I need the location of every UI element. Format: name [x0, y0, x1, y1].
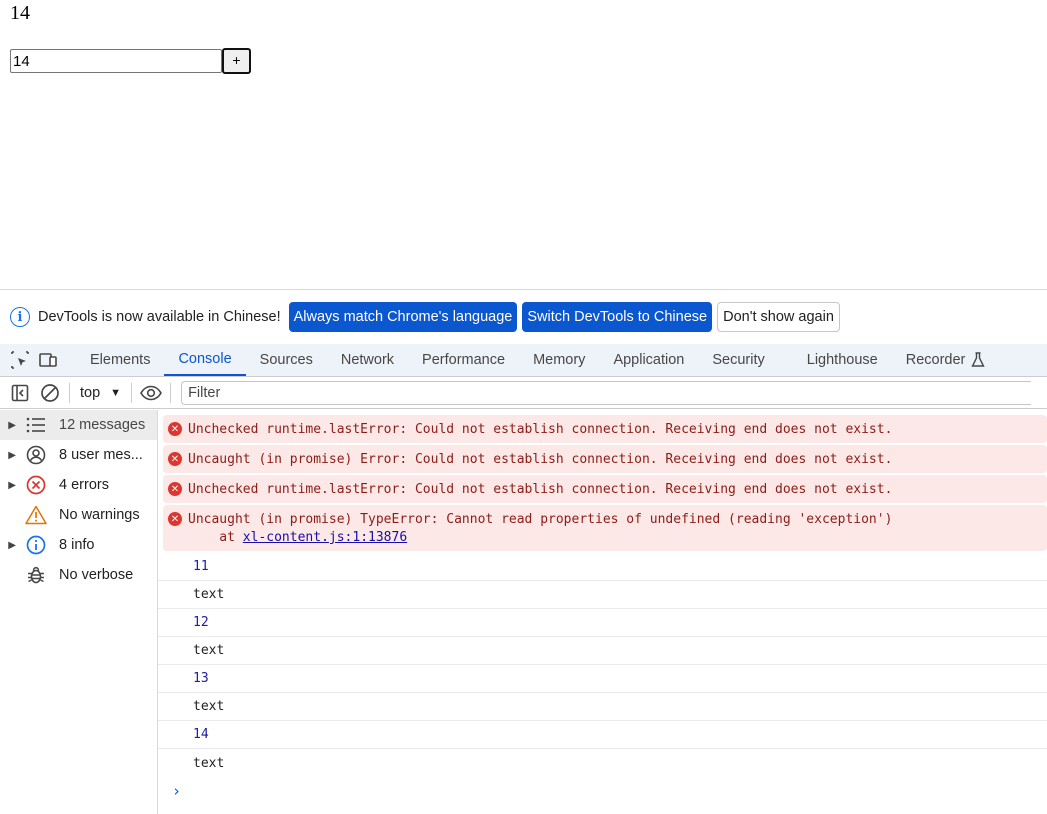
- error-circle-icon: ✕: [168, 452, 182, 466]
- expand-arrow-icon[interactable]: ▶: [0, 540, 22, 551]
- error-text: Unchecked runtime.lastError: Could not e…: [188, 482, 893, 497]
- sidebar-item-user-messages[interactable]: ▶ 8 user mes...: [0, 440, 157, 470]
- console-error-message[interactable]: ✕ Unchecked runtime.lastError: Could not…: [163, 415, 1047, 444]
- error-text: Uncaught (in promise) TypeError: Cannot …: [188, 512, 893, 527]
- chevron-right-icon: ›: [172, 782, 182, 800]
- tab-memory[interactable]: Memory: [519, 344, 599, 376]
- sidebar-item-label: 8 info: [59, 537, 95, 553]
- sidebar-item-messages[interactable]: ▶ 12 messages: [0, 410, 157, 440]
- sidebar-item-verbose[interactable]: No verbose: [0, 560, 157, 590]
- page-content: 14 +: [0, 0, 1047, 289]
- tab-recorder[interactable]: Recorder: [892, 344, 990, 376]
- error-text: Uncaught (in promise) Error: Could not e…: [188, 452, 893, 467]
- console-log-message: 14: [158, 721, 1047, 749]
- filter-input[interactable]: [181, 381, 1032, 405]
- tab-lighthouse[interactable]: Lighthouse: [793, 344, 892, 376]
- tab-performance[interactable]: Performance: [408, 344, 519, 376]
- console-prompt[interactable]: ›: [158, 777, 1047, 805]
- console-log-message: 11: [158, 553, 1047, 581]
- console-log-message: text: [158, 637, 1047, 665]
- console-log-message: 13: [158, 665, 1047, 693]
- inspect-element-icon[interactable]: [6, 344, 34, 376]
- tab-network[interactable]: Network: [327, 344, 408, 376]
- console-error-message[interactable]: ✕ Uncaught (in promise) TypeError: Canno…: [163, 505, 1047, 552]
- error-circle-icon: ✕: [168, 482, 182, 496]
- device-toolbar-icon[interactable]: [34, 344, 62, 376]
- source-link[interactable]: xl-content.js:1:13876: [243, 530, 407, 545]
- console-sidebar: ▶ 12 messages ▶ 8 user mes... ▶ 4 errors: [0, 410, 158, 814]
- expand-arrow-icon[interactable]: ▶: [0, 450, 22, 461]
- tab-application[interactable]: Application: [599, 344, 698, 376]
- expand-arrow-icon[interactable]: ▶: [0, 420, 22, 431]
- chevron-down-icon: ▼: [110, 387, 122, 399]
- tab-console[interactable]: Console: [164, 344, 246, 376]
- error-circle-icon: ✕: [168, 422, 182, 436]
- console-error-message[interactable]: ✕ Uncaught (in promise) Error: Could not…: [163, 445, 1047, 474]
- console-log-message: text: [158, 581, 1047, 609]
- console-log-message: 12: [158, 609, 1047, 637]
- sidebar-item-warnings[interactable]: No warnings: [0, 500, 157, 530]
- clear-console-icon[interactable]: [35, 378, 65, 409]
- error-icon: [25, 474, 47, 496]
- list-icon: [25, 414, 47, 436]
- expand-arrow-icon[interactable]: ▶: [0, 480, 22, 491]
- info-icon: [25, 534, 47, 556]
- sidebar-item-label: 8 user mes...: [59, 447, 143, 463]
- user-icon: [25, 444, 47, 466]
- sidebar-item-label: 12 messages: [59, 417, 146, 433]
- console-log-message: text: [193, 755, 225, 771]
- increment-button[interactable]: +: [222, 48, 251, 74]
- console-messages: ✕ Unchecked runtime.lastError: Could not…: [158, 410, 1047, 814]
- flask-icon: [971, 352, 985, 368]
- number-input[interactable]: [10, 49, 222, 73]
- warning-icon: [25, 504, 47, 526]
- switch-to-chinese-button[interactable]: Switch DevTools to Chinese: [522, 302, 713, 332]
- sidebar-item-info[interactable]: ▶ 8 info: [0, 530, 157, 560]
- error-stack-line: at xl-content.js:1:13876: [188, 529, 892, 547]
- tab-recorder-label: Recorder: [905, 352, 966, 368]
- error-text: Unchecked runtime.lastError: Could not e…: [188, 422, 893, 437]
- console-filterbar: top ▼: [0, 378, 1047, 409]
- sidebar-item-label: 4 errors: [59, 477, 109, 493]
- dont-show-again-button[interactable]: Don't show again: [717, 302, 840, 332]
- language-infobar: i DevTools is now available in Chinese! …: [0, 290, 1047, 344]
- bug-icon: [25, 564, 47, 586]
- sidebar-item-label: No warnings: [59, 507, 140, 523]
- console-error-message[interactable]: ✕ Unchecked runtime.lastError: Could not…: [163, 475, 1047, 504]
- counter-display: 14: [10, 2, 30, 24]
- devtools-tabbar: Elements Console Sources Network Perform…: [0, 344, 1047, 377]
- error-circle-icon: ✕: [168, 512, 182, 526]
- always-match-language-button[interactable]: Always match Chrome's language: [288, 302, 518, 332]
- sidebar-toggle-icon[interactable]: [5, 378, 35, 409]
- devtools-panel: i DevTools is now available in Chinese! …: [0, 289, 1047, 814]
- console-log-message: text: [158, 693, 1047, 721]
- tab-sources[interactable]: Sources: [246, 344, 327, 376]
- sidebar-item-label: No verbose: [59, 567, 134, 583]
- separator: [69, 383, 70, 403]
- live-expression-eye-icon[interactable]: [136, 378, 166, 409]
- info-icon: i: [10, 307, 30, 327]
- separator: [170, 383, 172, 403]
- context-selector[interactable]: top ▼: [74, 385, 127, 401]
- infobar-message: DevTools is now available in Chinese!: [38, 309, 281, 325]
- context-selector-label: top: [80, 385, 101, 401]
- separator: [131, 383, 133, 403]
- stack-prefix: at: [188, 530, 243, 545]
- tab-elements[interactable]: Elements: [76, 344, 164, 376]
- sidebar-item-errors[interactable]: ▶ 4 errors: [0, 470, 157, 500]
- tab-security[interactable]: Security: [698, 344, 778, 376]
